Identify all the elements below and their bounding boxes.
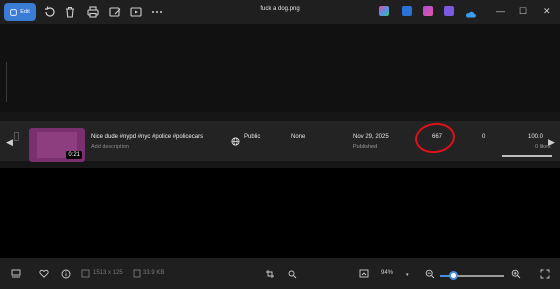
date-status: Published <box>353 144 378 150</box>
window-title: fuck a dog.png <box>260 6 300 12</box>
info-icon[interactable] <box>61 269 71 281</box>
close-button[interactable]: ✕ <box>543 4 551 18</box>
file-size: 33.9 KB <box>143 270 165 276</box>
file-size-icon <box>133 269 141 280</box>
visual-search-icon[interactable] <box>287 269 297 281</box>
row-checkbox <box>14 132 19 141</box>
designer-icon[interactable] <box>402 6 412 16</box>
minimize-button[interactable]: — <box>496 4 505 18</box>
zoom-dropdown-icon[interactable]: ▾ <box>406 272 409 278</box>
zoom-level[interactable]: 94% <box>381 270 393 276</box>
video-title: Nice dude #nypd #nyc #police #policecars <box>91 134 204 140</box>
likes-percent: 100.0 <box>528 134 544 140</box>
visibility-value: Public <box>244 134 261 140</box>
fit-to-window-icon[interactable] <box>359 269 369 280</box>
likes-bar <box>502 155 552 157</box>
globe-icon <box>231 133 240 151</box>
photos-app-icon[interactable] <box>444 6 454 16</box>
zoom-slider-thumb[interactable] <box>448 271 458 280</box>
clipchamp-icon[interactable] <box>423 6 433 16</box>
comments-value: 0 <box>482 134 486 140</box>
image-top-strip <box>0 24 560 112</box>
zoom-in-icon[interactable] <box>511 269 521 281</box>
crop-icon[interactable] <box>265 269 275 281</box>
favorite-icon[interactable] <box>39 269 49 280</box>
dimensions-icon <box>81 269 90 280</box>
previous-image-icon[interactable]: ◀ <box>6 137 13 148</box>
image-dimensions: 1513 x 125 <box>93 270 123 276</box>
onedrive-icon[interactable] <box>465 6 476 18</box>
copilot-icon[interactable] <box>379 6 389 16</box>
video-description: Add description <box>91 144 129 150</box>
zoom-out-icon[interactable] <box>425 269 435 281</box>
maximize-button[interactable]: ☐ <box>519 4 527 18</box>
title-bar <box>0 0 560 24</box>
divider <box>6 62 7 102</box>
restrictions-value: None <box>291 134 306 140</box>
full-screen-icon[interactable] <box>540 269 550 281</box>
video-thumbnail: 0:21 <box>29 128 85 162</box>
date-value: Nov 29, 2025 <box>353 134 389 140</box>
filmstrip-icon[interactable] <box>11 269 21 280</box>
video-duration: 0:21 <box>66 151 82 159</box>
likes-count: 0 likes <box>535 144 551 150</box>
